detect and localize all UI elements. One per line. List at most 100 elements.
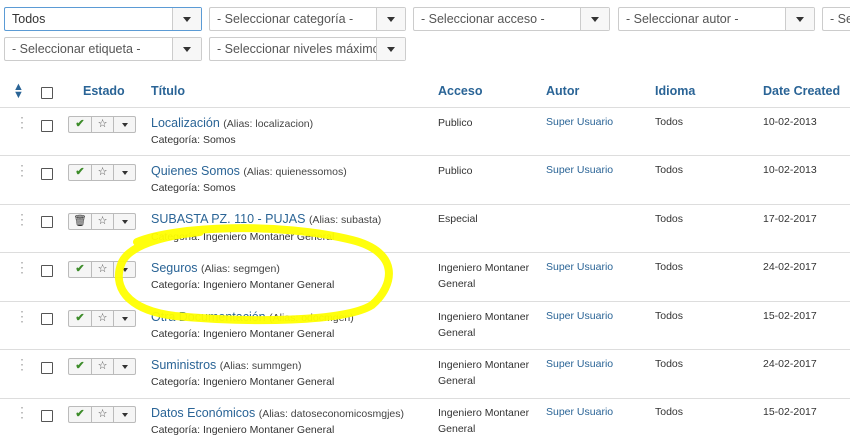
category-filter[interactable]: - Seleccionar categoría - — [209, 7, 406, 31]
divider — [0, 155, 850, 156]
article-category: Categoría: Ingeniero Montaner General — [151, 424, 335, 436]
featured-toggle-button[interactable]: ☆ — [91, 164, 114, 181]
featured-toggle-button[interactable]: ☆ — [91, 213, 114, 230]
publish-toggle-button[interactable]: ✔ — [68, 358, 92, 375]
article-author-link[interactable]: Super Usuario — [546, 164, 613, 176]
status-button-group: ✔ ☆ — [68, 358, 136, 375]
featured-toggle-button[interactable]: ☆ — [91, 261, 114, 278]
category-filter-value: - Seleccionar categoría - — [217, 12, 354, 26]
article-access: Publico — [438, 165, 473, 177]
article-title-link[interactable]: Datos Económicos — [151, 406, 255, 420]
article-title-link[interactable]: Seguros — [151, 261, 198, 275]
tag-filter-value: - Seleccionar etiqueta - — [12, 42, 141, 56]
language-filter[interactable]: - Se — [822, 7, 850, 31]
article-date: 24-02-2017 — [763, 261, 817, 273]
article-title-row: Seguros (Alias: segmgen) — [151, 261, 280, 275]
header-idioma[interactable]: Idioma — [655, 84, 695, 98]
select-all-checkbox[interactable] — [41, 87, 53, 99]
status-button-group: ✔ ☆ — [68, 310, 136, 327]
publish-toggle-button[interactable]: ✔ — [68, 261, 92, 278]
max-levels-filter[interactable]: - Seleccionar niveles máximos — [209, 37, 406, 61]
header-titulo[interactable]: Título — [151, 84, 185, 98]
article-access: Ingeniero Montaner General — [438, 359, 530, 387]
actions-dropdown-button[interactable] — [113, 310, 136, 327]
drag-handle-icon[interactable] — [15, 212, 20, 226]
article-author-link[interactable]: Super Usuario — [546, 116, 613, 128]
featured-toggle-button[interactable]: ☆ — [91, 358, 114, 375]
check-icon: ✔ — [75, 118, 85, 130]
article-language: Todos — [655, 116, 684, 128]
sort-icon[interactable]: ▲ ▼ — [13, 82, 24, 101]
actions-dropdown-button[interactable] — [113, 406, 136, 423]
publish-toggle-button[interactable]: ✔ — [68, 406, 92, 423]
publish-toggle-button[interactable]: ✔ — [68, 164, 92, 181]
article-title-link[interactable]: Otra Documentación — [151, 310, 266, 324]
language-filter-value: - Se — [830, 12, 850, 26]
featured-toggle-button[interactable]: ☆ — [91, 116, 114, 133]
row-checkbox[interactable] — [41, 216, 53, 228]
author-filter[interactable]: - Seleccionar autor - — [618, 7, 815, 31]
article-category: Categoría: Ingeniero Montaner General — [151, 328, 335, 340]
row-checkbox[interactable] — [41, 120, 53, 132]
header-autor[interactable]: Autor — [546, 84, 579, 98]
header-estado[interactable]: Estado — [83, 84, 125, 98]
star-icon: ☆ — [97, 166, 108, 178]
article-date: 17-02-2017 — [763, 213, 817, 225]
article-language: Todos — [655, 310, 684, 322]
article-access: Ingeniero Montaner General — [438, 311, 530, 339]
featured-toggle-button[interactable]: ☆ — [91, 406, 114, 423]
article-author-link[interactable]: Super Usuario — [546, 261, 613, 273]
trash-toggle-button[interactable]: 🗑 — [68, 213, 92, 230]
article-title-row: SUBASTA PZ. 110 - PUJAS (Alias: subasta) — [151, 212, 381, 226]
row-checkbox[interactable] — [41, 168, 53, 180]
row-checkbox[interactable] — [41, 265, 53, 277]
article-alias: (Alias: quienessomos) — [243, 166, 347, 178]
actions-dropdown-button[interactable] — [113, 358, 136, 375]
row-checkbox[interactable] — [41, 410, 53, 422]
actions-dropdown-button[interactable] — [113, 213, 136, 230]
article-alias: (Alias: datoseconomicosmgjes) — [258, 408, 405, 420]
article-category: Categoría: Ingeniero Montaner General — [151, 376, 335, 388]
featured-toggle-button[interactable]: ☆ — [91, 310, 114, 327]
row-checkbox[interactable] — [41, 313, 53, 325]
star-icon: ☆ — [97, 312, 108, 324]
article-author-link[interactable]: Super Usuario — [546, 358, 613, 370]
article-title-link[interactable]: Suministros — [151, 358, 216, 372]
divider — [0, 301, 850, 302]
article-language: Todos — [655, 164, 684, 176]
article-alias: (Alias: localizacion) — [223, 118, 314, 130]
header-date-created[interactable]: Date Created — [763, 84, 840, 98]
article-title-link[interactable]: SUBASTA PZ. 110 - PUJAS — [151, 212, 305, 226]
article-author-link[interactable]: Super Usuario — [546, 310, 613, 322]
article-title-row: Quienes Somos (Alias: quienessomos) — [151, 164, 347, 178]
article-alias: (Alias: segmgen) — [201, 263, 280, 275]
divider — [0, 398, 850, 399]
article-access: Ingeniero Montaner General — [438, 262, 530, 290]
actions-dropdown-button[interactable] — [113, 261, 136, 278]
actions-dropdown-button[interactable] — [113, 164, 136, 181]
article-alias: (Alias: summgen) — [219, 360, 302, 372]
max-levels-filter-value: - Seleccionar niveles máximos — [217, 42, 377, 56]
drag-handle-icon[interactable] — [15, 115, 20, 129]
drag-handle-icon[interactable] — [15, 405, 20, 419]
article-author-link[interactable]: Super Usuario — [546, 406, 613, 418]
row-checkbox[interactable] — [41, 362, 53, 374]
status-filter[interactable]: Todos — [4, 7, 202, 31]
article-title-link[interactable]: Localización — [151, 116, 220, 130]
access-filter[interactable]: - Seleccionar acceso - — [413, 7, 610, 31]
article-title-link[interactable]: Quienes Somos — [151, 164, 240, 178]
article-alias: (Alias: odocmgen) — [269, 312, 354, 324]
actions-dropdown-button[interactable] — [113, 116, 136, 133]
drag-handle-icon[interactable] — [15, 309, 20, 323]
status-button-group: ✔ ☆ — [68, 116, 136, 133]
publish-toggle-button[interactable]: ✔ — [68, 310, 92, 327]
drag-handle-icon[interactable] — [15, 357, 20, 371]
drag-handle-icon[interactable] — [15, 163, 20, 177]
article-title-row: Suministros (Alias: summgen) — [151, 358, 301, 372]
star-icon: ☆ — [97, 118, 108, 130]
tag-filter[interactable]: - Seleccionar etiqueta - — [4, 37, 202, 61]
article-category: Categoría: Ingeniero Montaner General — [151, 279, 335, 291]
header-acceso[interactable]: Acceso — [438, 84, 482, 98]
publish-toggle-button[interactable]: ✔ — [68, 116, 92, 133]
drag-handle-icon[interactable] — [15, 260, 20, 274]
